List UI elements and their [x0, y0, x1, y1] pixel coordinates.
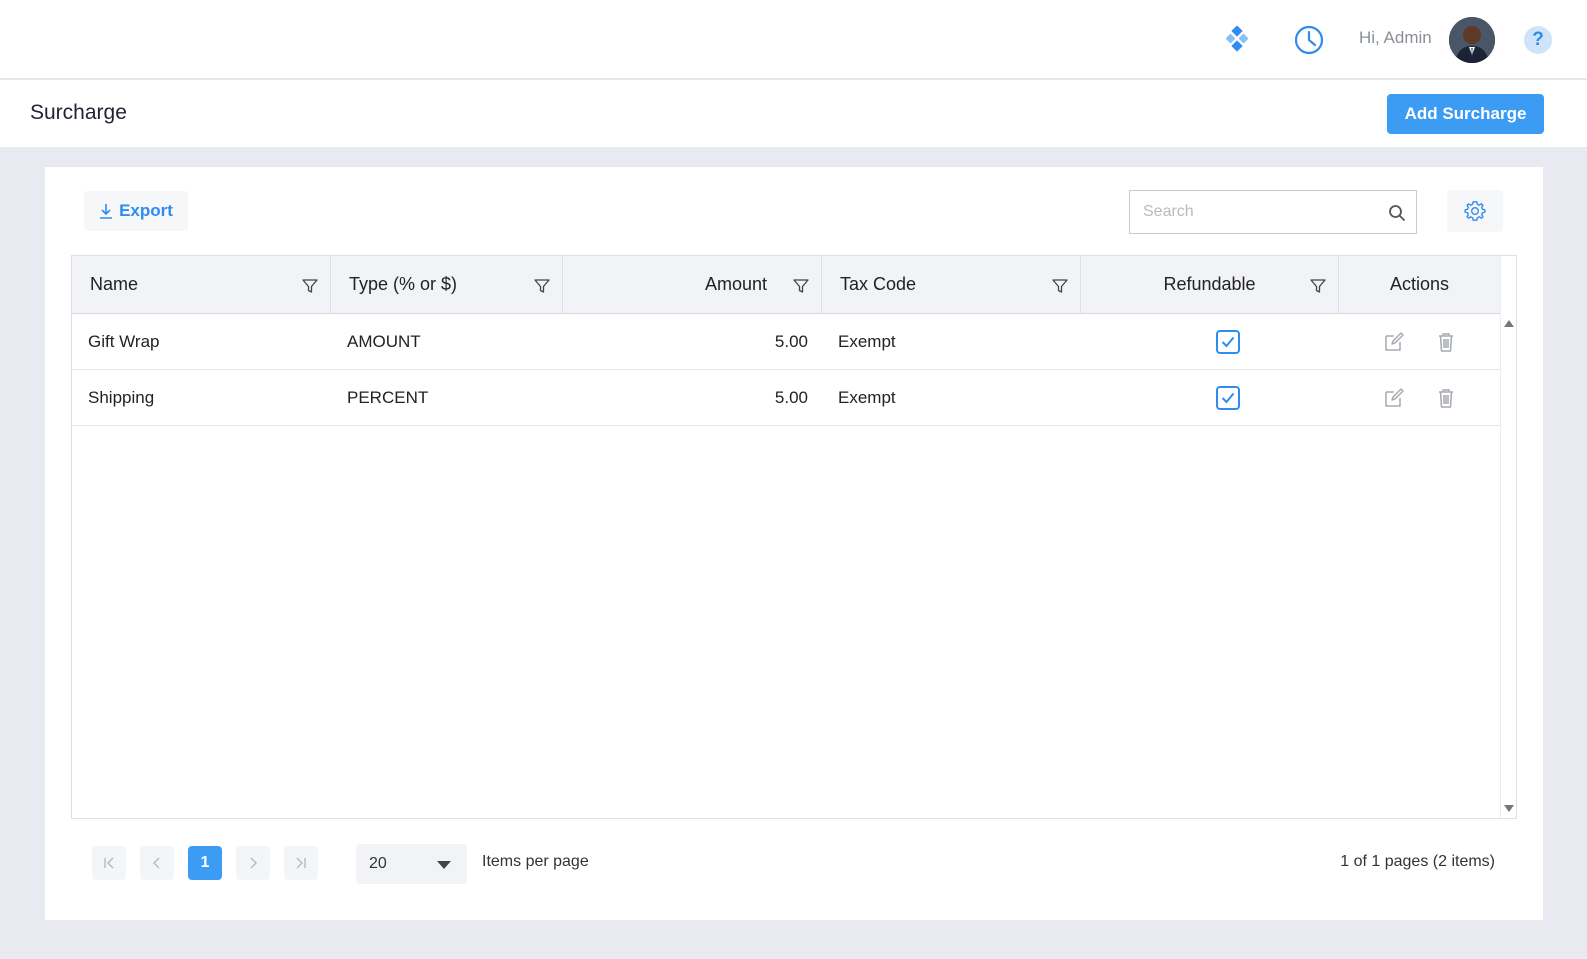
pager: 1: [92, 843, 332, 883]
grid-settings-button[interactable]: [1447, 190, 1503, 232]
column-label: Actions: [1389, 274, 1450, 294]
column-header-name[interactable]: Name: [72, 256, 331, 313]
filter-icon[interactable]: [1310, 278, 1326, 294]
filter-icon[interactable]: [793, 278, 809, 294]
column-header-refundable[interactable]: Refundable: [1081, 256, 1339, 313]
gear-icon: [1464, 201, 1486, 221]
export-button[interactable]: Export: [84, 191, 188, 231]
refundable-checkbox[interactable]: [1216, 329, 1240, 354]
cell-amount: 5.00: [774, 331, 808, 351]
help-icon[interactable]: ?: [1524, 26, 1552, 54]
items-per-page-label: Items per page: [482, 853, 589, 870]
vertical-scrollbar[interactable]: [1500, 256, 1516, 818]
scroll-up-arrow[interactable]: [1504, 320, 1514, 327]
delete-icon[interactable]: [1435, 331, 1457, 353]
column-header-amount[interactable]: Amount: [563, 256, 822, 313]
cell-refundable: [1081, 314, 1339, 369]
column-label: Name: [90, 274, 139, 294]
cell-actions: [1339, 314, 1500, 369]
search-icon[interactable]: [1388, 204, 1406, 222]
grid-header: Name Type (% or $) Amount Tax Code Refun…: [72, 256, 1500, 314]
widgets-icon[interactable]: [1226, 26, 1248, 52]
page-header: Surcharge Add Surcharge: [0, 80, 1587, 147]
column-label: Refundable: [1163, 274, 1256, 294]
user-greeting[interactable]: Hi, Admin: [1359, 28, 1432, 48]
page-size-select[interactable]: 20: [356, 844, 467, 884]
surcharge-grid: Name Type (% or $) Amount Tax Code Refun…: [71, 255, 1517, 819]
table-row[interactable]: Gift Wrap AMOUNT 5.00 Exempt: [72, 314, 1500, 370]
add-surcharge-button[interactable]: Add Surcharge: [1387, 94, 1544, 134]
page-title: Surcharge: [30, 101, 127, 124]
cell-name: Shipping: [88, 387, 155, 407]
cell-refundable: [1081, 370, 1339, 425]
column-header-actions: Actions: [1339, 256, 1500, 313]
checkmark-icon: [1221, 336, 1235, 347]
content-panel: Export Name Type (% or $) Amount: [45, 167, 1543, 920]
cell-tax-code: Exempt: [838, 387, 896, 407]
last-page-icon: [296, 857, 306, 869]
page-size-value: 20: [369, 855, 387, 872]
download-icon: [100, 204, 113, 219]
cell-type: PERCENT: [347, 387, 429, 407]
delete-icon[interactable]: [1435, 387, 1457, 409]
first-page-button[interactable]: [92, 846, 126, 880]
checkmark-icon: [1221, 392, 1235, 403]
chevron-left-icon: [152, 857, 160, 869]
clock-icon[interactable]: [1294, 25, 1324, 55]
edit-icon[interactable]: [1383, 387, 1405, 409]
pager-summary: 1 of 1 pages (2 items): [1340, 853, 1495, 870]
column-header-tax-code[interactable]: Tax Code: [822, 256, 1081, 313]
first-page-icon: [104, 857, 114, 869]
export-label: Export: [119, 201, 173, 220]
table-row[interactable]: Shipping PERCENT 5.00 Exempt: [72, 370, 1500, 426]
refundable-checkbox[interactable]: [1216, 385, 1240, 410]
column-label: Tax Code: [840, 274, 917, 294]
chevron-down-icon: [437, 861, 451, 869]
search-box: [1129, 190, 1417, 234]
prev-page-button[interactable]: [140, 846, 174, 880]
last-page-button[interactable]: [284, 846, 318, 880]
search-input[interactable]: [1130, 191, 1370, 233]
scroll-down-arrow[interactable]: [1504, 805, 1514, 812]
cell-amount: 5.00: [774, 387, 808, 407]
avatar[interactable]: [1449, 17, 1495, 63]
column-header-type[interactable]: Type (% or $): [331, 256, 563, 313]
cell-name: Gift Wrap: [88, 331, 160, 351]
column-label: Type (% or $): [349, 274, 458, 294]
filter-icon[interactable]: [534, 278, 550, 294]
filter-icon[interactable]: [302, 278, 318, 294]
page-number-button[interactable]: 1: [188, 846, 222, 880]
top-bar: Hi, Admin ?: [0, 0, 1587, 79]
cell-type: AMOUNT: [347, 331, 421, 351]
next-page-button[interactable]: [236, 846, 270, 880]
cell-actions: [1339, 370, 1500, 425]
filter-icon[interactable]: [1052, 278, 1068, 294]
edit-icon[interactable]: [1383, 331, 1405, 353]
cell-tax-code: Exempt: [838, 331, 896, 351]
chevron-right-icon: [250, 857, 258, 869]
